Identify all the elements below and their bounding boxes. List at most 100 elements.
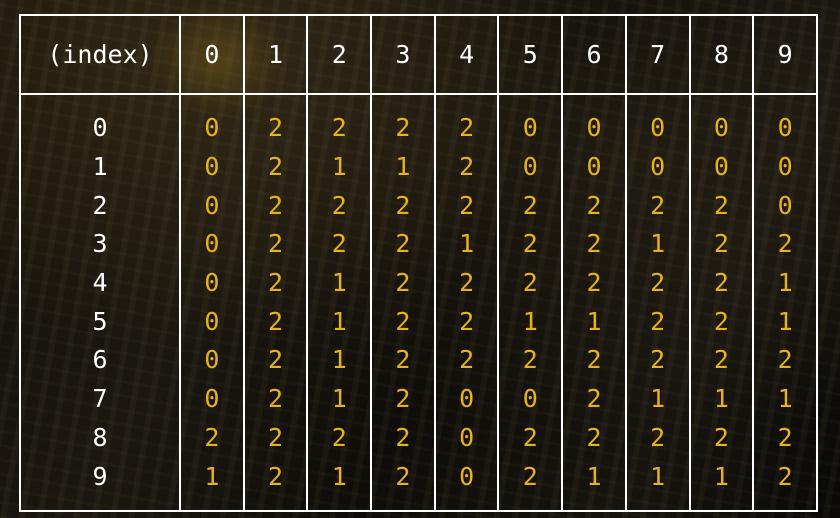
table-row: 40212222221 bbox=[20, 263, 817, 303]
value-cell: 0 bbox=[179, 147, 244, 187]
value-cell: 2 bbox=[752, 225, 817, 264]
value-cell: 2 bbox=[242, 379, 308, 419]
value-cell: 2 bbox=[561, 186, 626, 226]
value-cell: 1 bbox=[624, 379, 690, 419]
row-index-cell: 8 bbox=[92, 422, 108, 452]
value-cell: 2 bbox=[306, 225, 372, 264]
column-header-5: 5 bbox=[497, 15, 563, 95]
value-cell: 2 bbox=[561, 341, 626, 380]
value-cell: 1 bbox=[688, 379, 754, 419]
value-cell: 2 bbox=[370, 418, 435, 458]
value-cell: 2 bbox=[370, 457, 435, 511]
value-cell: 0 bbox=[433, 418, 499, 458]
row-index-cell: 7 bbox=[92, 384, 108, 414]
value-cell: 2 bbox=[433, 302, 499, 342]
table-row: 30222122122 bbox=[20, 225, 817, 264]
value-cell: 0 bbox=[179, 225, 244, 264]
value-cell: 0 bbox=[688, 94, 754, 148]
table-row: 82222022222 bbox=[20, 418, 817, 458]
row-index-cell: 5 bbox=[92, 306, 108, 336]
row-index-cell: 4 bbox=[92, 268, 108, 298]
table-row: 10211200000 bbox=[20, 147, 817, 187]
value-cell: 0 bbox=[179, 341, 244, 380]
column-header-4: 4 bbox=[433, 15, 499, 95]
value-cell: 2 bbox=[306, 94, 372, 148]
value-cell: 1 bbox=[752, 263, 817, 303]
value-cell: 1 bbox=[752, 379, 817, 419]
value-cell: 1 bbox=[306, 457, 372, 511]
column-header-7: 7 bbox=[624, 15, 690, 95]
value-cell: 2 bbox=[242, 263, 308, 303]
column-header-0: 0 bbox=[179, 15, 244, 95]
value-cell: 0 bbox=[561, 147, 626, 187]
table-row: 50212211221 bbox=[20, 302, 817, 342]
value-cell: 2 bbox=[561, 418, 626, 458]
value-cell: 1 bbox=[306, 302, 372, 342]
value-cell: 0 bbox=[497, 147, 563, 187]
value-cell: 2 bbox=[688, 186, 754, 226]
value-cell: 2 bbox=[370, 341, 435, 380]
value-cell: 2 bbox=[306, 418, 372, 458]
value-cell: 0 bbox=[179, 302, 244, 342]
value-cell: 2 bbox=[433, 186, 499, 226]
index-column-header: (index) bbox=[20, 15, 180, 95]
index-value-table: (index) 0123456789 002222000001021120000… bbox=[19, 14, 818, 512]
value-cell: 2 bbox=[306, 186, 372, 226]
table-row: 00222200000 bbox=[20, 94, 817, 148]
value-cell: 1 bbox=[561, 302, 626, 342]
value-cell: 1 bbox=[306, 341, 372, 380]
value-cell: 0 bbox=[497, 379, 563, 419]
value-cell: 1 bbox=[370, 147, 435, 187]
table-row: 91212021112 bbox=[20, 457, 817, 511]
value-cell: 1 bbox=[688, 457, 754, 511]
value-cell: 2 bbox=[624, 263, 690, 303]
value-cell: 0 bbox=[433, 457, 499, 511]
value-cell: 1 bbox=[179, 457, 244, 511]
value-cell: 0 bbox=[688, 147, 754, 187]
value-cell: 0 bbox=[179, 263, 244, 303]
value-cell: 2 bbox=[688, 263, 754, 303]
console-table-screen: (index) 0123456789 002222000001021120000… bbox=[0, 0, 840, 518]
table-row: 70212002111 bbox=[20, 379, 817, 419]
value-cell: 2 bbox=[242, 147, 308, 187]
value-cell: 2 bbox=[561, 225, 626, 264]
value-cell: 0 bbox=[497, 94, 563, 148]
value-cell: 2 bbox=[561, 379, 626, 419]
column-header-6: 6 bbox=[561, 15, 626, 95]
value-cell: 2 bbox=[179, 418, 244, 458]
table-row: 60212222222 bbox=[20, 341, 817, 380]
value-cell: 1 bbox=[561, 457, 626, 511]
value-cell: 2 bbox=[433, 341, 499, 380]
value-cell: 1 bbox=[306, 147, 372, 187]
table-row: 20222222220 bbox=[20, 186, 817, 226]
row-index-cell: 3 bbox=[92, 229, 108, 259]
value-cell: 2 bbox=[624, 341, 690, 380]
row-index-cell: 6 bbox=[92, 345, 108, 375]
value-cell: 0 bbox=[179, 186, 244, 226]
row-index-cell: 2 bbox=[92, 190, 108, 220]
value-cell: 2 bbox=[688, 302, 754, 342]
value-cell: 0 bbox=[624, 147, 690, 187]
value-cell: 2 bbox=[688, 341, 754, 380]
value-cell: 2 bbox=[242, 341, 308, 380]
value-cell: 1 bbox=[497, 302, 563, 342]
value-cell: 2 bbox=[624, 186, 690, 226]
value-cell: 1 bbox=[306, 263, 372, 303]
value-cell: 2 bbox=[752, 418, 817, 458]
value-cell: 2 bbox=[242, 94, 308, 148]
value-cell: 2 bbox=[688, 225, 754, 264]
value-cell: 0 bbox=[433, 379, 499, 419]
value-cell: 0 bbox=[179, 379, 244, 419]
column-header-3: 3 bbox=[370, 15, 435, 95]
value-cell: 2 bbox=[497, 457, 563, 511]
column-header-8: 8 bbox=[688, 15, 754, 95]
value-cell: 2 bbox=[433, 94, 499, 148]
row-index-cell: 1 bbox=[92, 152, 108, 182]
value-cell: 2 bbox=[752, 341, 817, 380]
value-cell: 2 bbox=[752, 457, 817, 511]
table-header: (index) 0123456789 bbox=[20, 15, 817, 95]
value-cell: 2 bbox=[433, 263, 499, 303]
column-header-9: 9 bbox=[752, 15, 817, 95]
row-index-cell: 0 bbox=[92, 113, 108, 143]
value-cell: 2 bbox=[242, 457, 308, 511]
